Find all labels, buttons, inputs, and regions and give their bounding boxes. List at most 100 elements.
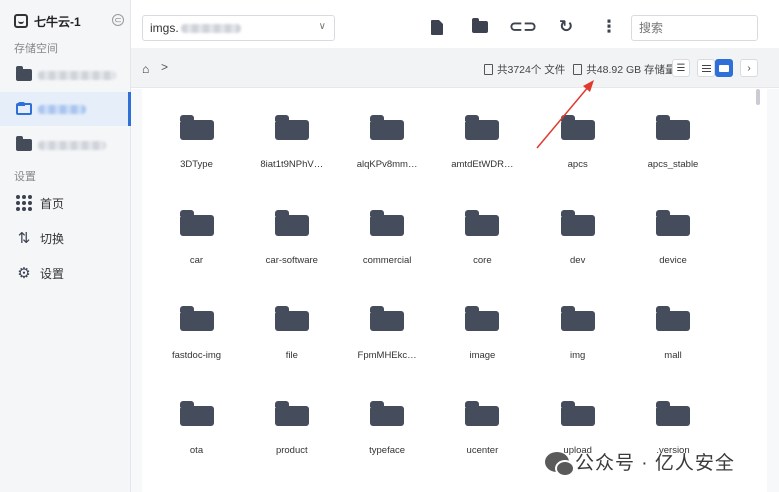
nav-label-switch: 切换 <box>40 231 65 246</box>
folder-grid: 3DType 8iat1t9NPhV… alqKPv8mm… amtdEtWDR… ap… <box>142 89 767 492</box>
file-count-icon <box>484 64 493 75</box>
folder-tile[interactable]: device <box>626 184 721 264</box>
folder-tile[interactable]: FpmMHEkc… <box>340 280 435 360</box>
nav-item-switch[interactable]: ⇅ 切换 <box>16 227 64 249</box>
bucket-select[interactable]: imgs. ∨ <box>142 15 335 41</box>
folder-icon <box>465 305 500 331</box>
folder-name: amtdEtWDR… <box>451 159 514 169</box>
folder-icon <box>370 305 405 331</box>
folder-icon <box>465 400 500 427</box>
sidebar-bucket-1[interactable] <box>0 58 131 92</box>
storage-size-text: 共48.92 GB 存储量 <box>586 64 676 76</box>
folder-icon <box>179 400 214 427</box>
nav-item-settings[interactable]: ⚙ 设置 <box>16 262 64 284</box>
folder-tile[interactable]: fastdoc-img <box>149 280 244 360</box>
folder-name: img <box>570 349 586 360</box>
nav-item-home[interactable]: 首页 <box>16 192 64 214</box>
redacted-domain <box>180 23 241 33</box>
folder-tile[interactable]: 8iat1t9NPhV… <box>244 89 339 169</box>
scrollbar-thumb[interactable] <box>756 89 760 105</box>
folder-icon <box>656 305 690 331</box>
list-view-button[interactable] <box>697 59 715 77</box>
nav-label-settings: 设置 <box>40 266 65 281</box>
folder-tile[interactable]: alqKPv8mm… <box>340 89 435 169</box>
folder-tile[interactable]: apcs <box>530 89 625 169</box>
folder-icon <box>179 114 214 141</box>
grid-view-button[interactable] <box>715 59 733 77</box>
folder-name: apcs <box>567 159 588 169</box>
folder-name: alqKPv8mm… <box>356 159 418 169</box>
storage-section-label: 存储空间 <box>14 43 58 55</box>
grid-dots-icon <box>16 195 32 211</box>
top-toolbar: imgs. ∨ ⊂⊃ ↻ ⋮ <box>131 0 779 48</box>
folder-tile[interactable]: file <box>244 280 339 360</box>
folder-name: 3DType <box>180 159 213 169</box>
filter-button[interactable]: ☰ <box>672 59 690 77</box>
home-icon[interactable]: ⌂ <box>142 62 149 76</box>
folder-tile[interactable]: apcs_stable <box>626 89 721 169</box>
folder-tile[interactable]: image <box>435 280 530 360</box>
folder-icon <box>560 400 595 427</box>
folder-name: product <box>275 445 308 455</box>
sidebar-bucket-2-active[interactable] <box>0 92 131 126</box>
folder-icon <box>16 66 32 81</box>
new-file-icon <box>431 19 443 35</box>
folder-tile[interactable]: amtdEtWDR… <box>435 89 530 169</box>
search-input[interactable] <box>631 15 758 41</box>
file-count-text: 共3724个 文件 <box>497 64 566 76</box>
link-icon: ⊂⊃ <box>508 17 538 36</box>
sidebar-bucket-3[interactable] <box>0 128 131 162</box>
app-brand: 七牛云-1 ⊂ <box>14 12 124 30</box>
folder-tile[interactable]: commercial <box>340 184 435 264</box>
nav-label-home: 首页 <box>40 196 65 211</box>
folder-open-icon <box>16 102 32 115</box>
folder-name: typeface <box>369 445 406 455</box>
folder-icon <box>274 114 309 141</box>
folder-tile[interactable]: ucenter <box>435 375 530 455</box>
folder-name: ucenter <box>466 445 499 455</box>
new-folder-button[interactable] <box>470 17 490 37</box>
new-file-button[interactable] <box>427 17 447 37</box>
folder-icon <box>465 210 500 236</box>
folder-tile[interactable]: core <box>435 184 530 264</box>
folder-icon <box>465 114 500 141</box>
folder-name: core <box>473 254 492 265</box>
folder-tile[interactable]: ota <box>149 375 244 455</box>
folder-tile[interactable]: car <box>149 184 244 264</box>
folder-tile[interactable]: 3DType <box>149 89 244 169</box>
link-button[interactable]: ⊂⊃ <box>509 17 538 37</box>
folder-tile[interactable]: mall <box>626 280 721 360</box>
folder-tile[interactable]: dev <box>530 184 625 264</box>
folder-name: dev <box>570 254 586 265</box>
folder-name: fastdoc-img <box>171 349 222 360</box>
more-icon: ⋮ <box>600 17 618 36</box>
chevron-right-icon: › <box>747 62 751 74</box>
folder-name: file <box>285 349 298 360</box>
folder-name: image <box>469 349 496 360</box>
folder-tile[interactable]: product <box>244 375 339 455</box>
folder-tile[interactable]: car-software <box>244 184 339 264</box>
folder-icon <box>274 400 309 427</box>
watermark: 公众号 · 亿人安全 <box>545 448 735 477</box>
refresh-icon: ↻ <box>558 17 574 36</box>
folder-name: apcs_stable <box>647 159 699 169</box>
filter-icon: ☰ <box>676 62 686 74</box>
folder-icon <box>560 305 595 331</box>
breadcrumb-bar: ⌂ > 共3724个 文件 共48.92 GB 存储量 ☰ › <box>131 48 779 88</box>
folder-tile[interactable]: upload <box>530 375 625 455</box>
refresh-button[interactable]: ↻ <box>556 17 576 37</box>
grid-view-icon <box>719 64 729 72</box>
folder-tile[interactable]: img <box>530 280 625 360</box>
more-button[interactable]: ⋮ <box>599 17 619 37</box>
folder-icon <box>560 210 595 236</box>
folder-tile[interactable]: .version <box>626 375 721 455</box>
collapse-icon[interactable]: ⊂ <box>112 14 124 26</box>
folder-icon <box>656 114 690 141</box>
folder-name: 8iat1t9NPhV… <box>260 159 324 169</box>
folder-icon <box>179 305 214 331</box>
folder-tile[interactable]: typeface <box>340 375 435 455</box>
sidebar: 七牛云-1 ⊂ 存储空间 设置 首页 ⇅ 切换 ⚙ 设置 <box>0 0 131 492</box>
storage-icon <box>573 64 583 75</box>
toggle-icon: ⇅ <box>17 230 31 247</box>
next-button[interactable]: › <box>740 59 758 77</box>
